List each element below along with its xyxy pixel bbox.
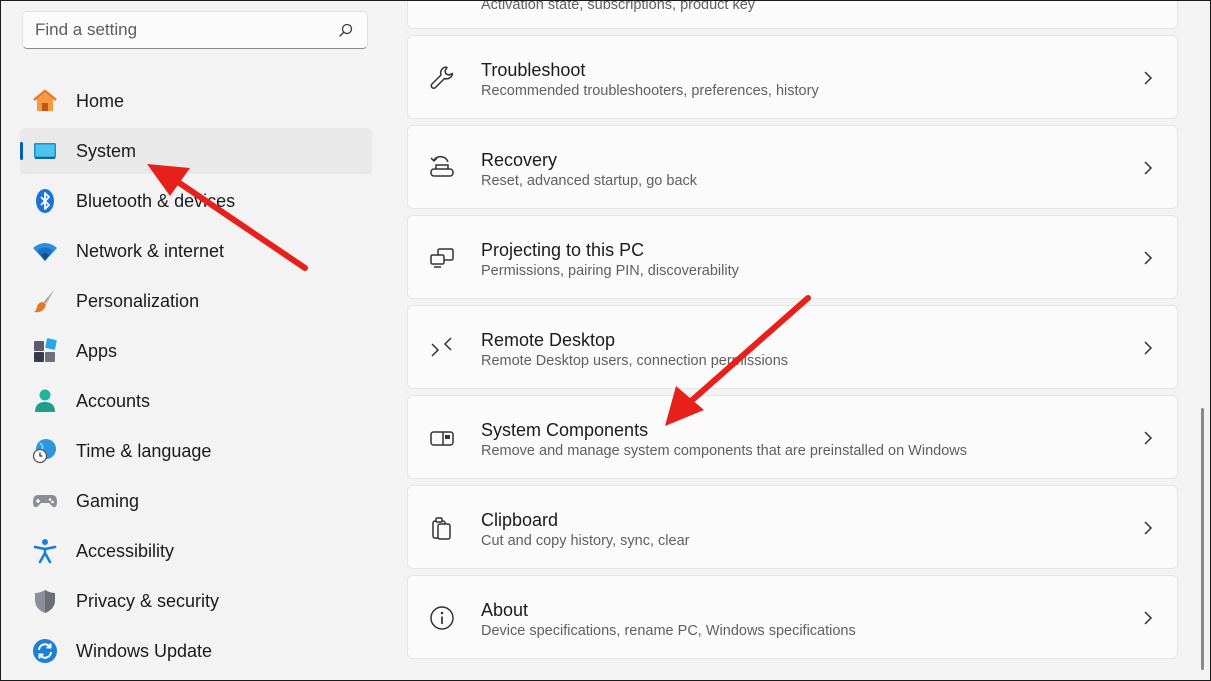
- sidebar-item-label: Windows Update: [76, 640, 213, 661]
- sidebar-item-gaming[interactable]: Gaming: [20, 478, 372, 524]
- sidebar-item-label: Bluetooth & devices: [76, 190, 236, 211]
- apps-icon: [34, 338, 57, 362]
- update-icon: [33, 639, 57, 663]
- settings-card-activation[interactable]: Activation state, subscriptions, product…: [407, 0, 1178, 29]
- wifi-icon: [33, 243, 57, 261]
- card-title: Troubleshoot: [481, 60, 586, 80]
- recovery-icon: [430, 156, 454, 177]
- sidebar-item-label: Network & internet: [76, 240, 225, 261]
- settings-card-clipboard[interactable]: Clipboard Cut and copy history, sync, cl…: [407, 485, 1178, 569]
- system-icon: [34, 143, 56, 159]
- gamepad-icon: [33, 495, 57, 508]
- accounts-icon: [35, 389, 55, 412]
- sidebar-item-accessibility[interactable]: Accessibility: [20, 528, 372, 574]
- sidebar-item-time-language[interactable]: Time & language: [20, 428, 372, 474]
- sidebar-item-label: Home: [76, 90, 125, 111]
- sidebar-item-privacy[interactable]: Privacy & security: [20, 578, 372, 624]
- system-components-icon: [430, 431, 454, 446]
- settings-card-troubleshoot[interactable]: Troubleshoot Recommended troubleshooters…: [407, 35, 1178, 119]
- card-subtitle: Permissions, pairing PIN, discoverabilit…: [481, 263, 739, 279]
- card-subtitle: Device specifications, rename PC, Window…: [481, 623, 856, 639]
- card-subtitle: Activation state, subscriptions, product…: [481, 0, 756, 13]
- chevron-right-icon: [1144, 161, 1153, 175]
- chevron-right-icon: [1144, 611, 1153, 625]
- scrollbar-thumb[interactable]: [1201, 408, 1204, 670]
- wrench-icon: [430, 66, 454, 89]
- search-box[interactable]: [22, 11, 368, 49]
- chevron-right-icon: [1144, 71, 1153, 85]
- sidebar-item-label: System: [76, 140, 137, 161]
- card-title: Clipboard: [481, 510, 559, 530]
- card-title: Projecting to this PC: [481, 240, 645, 260]
- sidebar-item-label: Gaming: [76, 490, 140, 511]
- shield-icon: [35, 590, 55, 613]
- projecting-icon: [430, 248, 454, 268]
- search-icon[interactable]: [339, 23, 353, 37]
- sidebar-item-label: Personalization: [76, 290, 200, 311]
- chevron-right-icon: [1144, 431, 1153, 445]
- settings-card-recovery[interactable]: Recovery Reset, advanced startup, go bac…: [407, 125, 1178, 209]
- settings-card-system-components[interactable]: System Components Remove and manage syst…: [407, 395, 1178, 479]
- card-subtitle: Cut and copy history, sync, clear: [481, 533, 690, 549]
- chevron-right-icon: [1144, 521, 1153, 535]
- sidebar-item-label: Accessibility: [76, 540, 175, 561]
- settings-card-remote-desktop[interactable]: Remote Desktop Remote Desktop users, con…: [407, 305, 1178, 389]
- sidebar-item-system[interactable]: System: [20, 128, 372, 174]
- card-title: Recovery: [481, 150, 558, 170]
- sidebar-item-label: Time & language: [76, 440, 212, 461]
- clipboard-icon: [432, 517, 451, 540]
- card-subtitle: Remove and manage system components that…: [481, 443, 968, 459]
- sidebar-item-personalization[interactable]: Personalization: [20, 278, 372, 324]
- chevron-right-icon: [1144, 341, 1153, 355]
- sidebar-item-label: Apps: [76, 340, 118, 361]
- home-icon: [33, 89, 57, 111]
- settings-card-projecting[interactable]: Projecting to this PC Permissions, pairi…: [407, 215, 1178, 299]
- accessibility-icon: [33, 539, 57, 564]
- globe-clock-icon: [32, 439, 56, 464]
- search-input[interactable]: [23, 12, 323, 48]
- chevron-right-icon: [1144, 251, 1153, 265]
- card-title: Remote Desktop: [481, 330, 616, 350]
- card-subtitle: Remote Desktop users, connection permiss…: [481, 353, 789, 369]
- settings-card-about[interactable]: About Device specifications, rename PC, …: [407, 575, 1178, 659]
- sidebar-item-home[interactable]: Home: [20, 78, 372, 124]
- sidebar-item-accounts[interactable]: Accounts: [20, 378, 372, 424]
- info-icon: [430, 606, 454, 630]
- sidebar-nav: Home System Bluetooth & devices Network …: [20, 78, 372, 678]
- sidebar-item-label: Accounts: [76, 390, 151, 411]
- sidebar-item-bluetooth[interactable]: Bluetooth & devices: [20, 178, 372, 224]
- sidebar-item-label: Privacy & security: [76, 590, 220, 611]
- bluetooth-icon: [36, 189, 54, 213]
- card-subtitle: Reset, advanced startup, go back: [481, 173, 698, 189]
- sidebar-item-network[interactable]: Network & internet: [20, 228, 372, 274]
- card-subtitle: Recommended troubleshooters, preferences…: [481, 83, 819, 99]
- card-title: System Components: [481, 420, 649, 440]
- sidebar-item-windows-update[interactable]: Windows Update: [20, 628, 372, 674]
- brush-icon: [34, 290, 54, 313]
- remote-desktop-icon: [431, 337, 452, 357]
- sidebar-item-apps[interactable]: Apps: [20, 328, 372, 374]
- active-indicator: [20, 142, 23, 160]
- card-title: About: [481, 600, 529, 620]
